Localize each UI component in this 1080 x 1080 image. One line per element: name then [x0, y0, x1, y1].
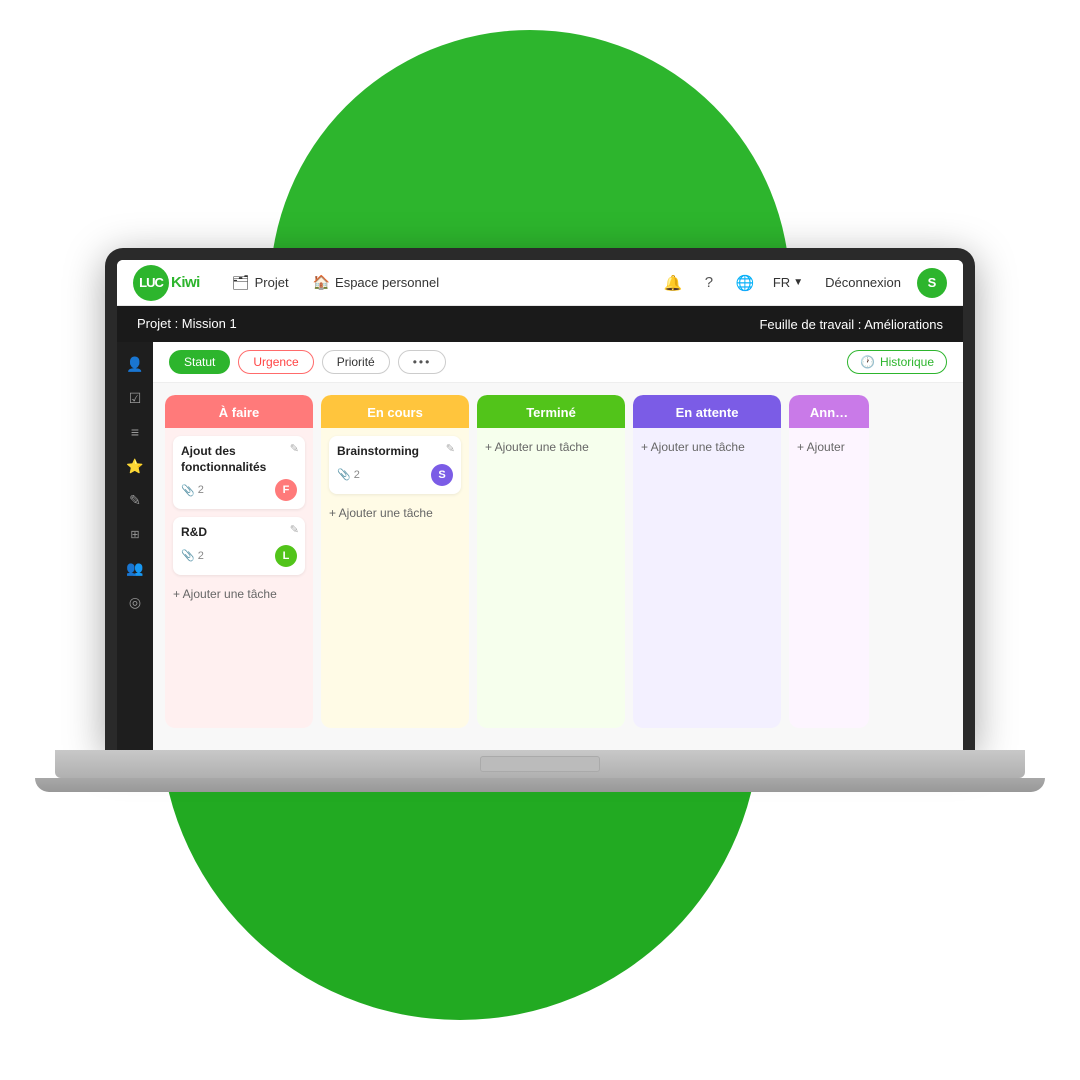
edit-icon[interactable]: ✎ — [446, 442, 455, 455]
espace-icon: 🏠 — [313, 274, 330, 291]
sidebar-icon-user[interactable]: 👤 — [121, 350, 149, 378]
globe-icon[interactable]: 🌐 — [731, 269, 759, 297]
task-avatar: S — [431, 464, 453, 486]
task-meta: 📎 2 F — [181, 479, 297, 501]
add-task-button[interactable]: + Ajouter — [797, 436, 861, 458]
col-en-cours: En cours ✎ Brainstorming 📎 — [321, 395, 469, 728]
edit-icon[interactable]: ✎ — [290, 442, 299, 455]
worksheet-title: Feuille de travail : Améliorations — [759, 317, 943, 332]
add-task-button[interactable]: + Ajouter une tâche — [173, 583, 305, 605]
board-area: Statut Urgence Priorité ••• 🕐 Historique — [153, 342, 963, 750]
sidebar-icon-group[interactable]: 👥 — [121, 554, 149, 582]
add-task-button[interactable]: + Ajouter une tâche — [485, 436, 617, 458]
col-termine-header: Terminé — [477, 395, 625, 428]
laptop-base — [55, 750, 1025, 778]
user-avatar[interactable]: S — [917, 268, 947, 298]
nav-espace[interactable]: 🏠 Espace personnel — [301, 260, 452, 305]
project-title-wrap: Projet : Mission 1 — [137, 315, 237, 333]
chevron-down-icon: ▼ — [793, 277, 803, 288]
logo-circle: LUC — [133, 265, 169, 301]
edit-icon[interactable]: ✎ — [290, 523, 299, 536]
paperclip-icon: 📎 — [181, 484, 195, 497]
kanban-board: À faire ✎ Ajout des fonctionnalités 📎 — [153, 383, 963, 750]
laptop-bottom-bar — [35, 778, 1045, 792]
project-header: Projet : Mission 1 Feuille de travail : … — [117, 306, 963, 342]
scene: LUC Kiwi 🗂 Projet 🏠 Espace personnel — [0, 0, 1080, 1080]
task-card: ✎ Brainstorming 📎 2 S — [329, 436, 461, 494]
help-icon[interactable]: ? — [695, 269, 723, 297]
laptop-screen: LUC Kiwi 🗂 Projet 🏠 Espace personnel — [117, 260, 963, 750]
col-en-cours-header: En cours — [321, 395, 469, 428]
projet-icon: 🗂 — [232, 274, 250, 291]
task-brainstorming: Brainstorming — [337, 444, 453, 460]
col-termine-body: + Ajouter une tâche — [477, 428, 625, 728]
main-content: 👤 ☑ ≡ ⭐ ✎ ⊞ 👥 ◎ — [117, 342, 963, 750]
col-annule-body: + Ajouter — [789, 428, 869, 728]
col-termine: Terminé + Ajouter une tâche — [477, 395, 625, 728]
col-a-faire-body: ✎ Ajout des fonctionnalités 📎 2 — [165, 428, 313, 728]
add-task-button[interactable]: + Ajouter une tâche — [329, 502, 461, 524]
notification-icon[interactable]: 🔔 — [659, 269, 687, 297]
nav-projet-label: Projet — [255, 275, 289, 290]
task-attachments: 📎 2 — [181, 549, 204, 562]
historique-label: Historique — [880, 355, 934, 369]
nav-espace-label: Espace personnel — [335, 275, 439, 290]
lang-button[interactable]: FR ▼ — [767, 272, 809, 293]
attach-count: 2 — [198, 484, 204, 496]
col-annule: Ann… + Ajouter — [789, 395, 869, 728]
col-annule-header: Ann… — [789, 395, 869, 428]
task-attachments: 📎 2 — [181, 484, 204, 497]
statut-filter[interactable]: Statut — [169, 350, 230, 374]
priorite-filter[interactable]: Priorité — [322, 350, 390, 374]
more-filter[interactable]: ••• — [398, 350, 447, 374]
logo-text: Kiwi — [171, 274, 200, 291]
task-attachments: 📎 2 — [337, 468, 360, 481]
laptop-screen-outer: LUC Kiwi 🗂 Projet 🏠 Espace personnel — [105, 248, 975, 750]
add-task-button[interactable]: + Ajouter une tâche — [641, 436, 773, 458]
col-en-attente-header: En attente — [633, 395, 781, 428]
deconnexion-button[interactable]: Déconnexion — [817, 272, 909, 293]
nav-projet[interactable]: 🗂 Projet — [220, 260, 301, 305]
clock-icon: 🕐 — [860, 355, 875, 369]
sidebar-icon-edit[interactable]: ✎ — [121, 486, 149, 514]
laptop: LUC Kiwi 🗂 Projet 🏠 Espace personnel — [35, 248, 1045, 792]
sidebar: 👤 ☑ ≡ ⭐ ✎ ⊞ 👥 ◎ — [117, 342, 153, 750]
paperclip-icon: 📎 — [181, 549, 195, 562]
attach-count: 2 — [198, 550, 204, 562]
task-title: Ajout des fonctionnalités — [181, 444, 297, 475]
paperclip-icon: 📎 — [337, 468, 351, 481]
historique-button[interactable]: 🕐 Historique — [847, 350, 947, 374]
task-avatar: L — [275, 545, 297, 567]
project-title: Projet : Mission 1 — [137, 316, 237, 331]
task-title: R&D — [181, 525, 297, 541]
sidebar-icon-circle[interactable]: ◎ — [121, 588, 149, 616]
logo-luc: LUC — [139, 275, 163, 290]
app: LUC Kiwi 🗂 Projet 🏠 Espace personnel — [117, 260, 963, 750]
col-a-faire-header: À faire — [165, 395, 313, 428]
sidebar-icon-grid[interactable]: ⊞ — [121, 520, 149, 548]
sidebar-icon-star[interactable]: ⭐ — [121, 452, 149, 480]
logo: LUC Kiwi — [133, 265, 200, 301]
col-en-attente-body: + Ajouter une tâche — [633, 428, 781, 728]
filter-bar: Statut Urgence Priorité ••• 🕐 Historique — [153, 342, 963, 383]
urgence-filter[interactable]: Urgence — [238, 350, 313, 374]
navbar: LUC Kiwi 🗂 Projet 🏠 Espace personnel — [117, 260, 963, 306]
col-en-attente: En attente + Ajouter une tâche — [633, 395, 781, 728]
task-meta: 📎 2 L — [181, 545, 297, 567]
task-card: ✎ Ajout des fonctionnalités 📎 2 — [173, 436, 305, 509]
lang-label: FR — [773, 275, 790, 290]
task-avatar: F — [275, 479, 297, 501]
sidebar-icon-tasks[interactable]: ☑ — [121, 384, 149, 412]
attach-count: 2 — [354, 469, 360, 481]
sidebar-icon-list[interactable]: ≡ — [121, 418, 149, 446]
col-en-cours-body: ✎ Brainstorming 📎 2 S — [321, 428, 469, 728]
logo-kiwi: Kiwi — [171, 274, 200, 291]
navbar-right: 🔔 ? 🌐 FR ▼ Déconnexion S — [659, 268, 947, 298]
col-a-faire: À faire ✎ Ajout des fonctionnalités 📎 — [165, 395, 313, 728]
laptop-trackpad — [480, 756, 600, 772]
task-card: ✎ R&D 📎 2 L — [173, 517, 305, 575]
task-meta: 📎 2 S — [337, 464, 453, 486]
